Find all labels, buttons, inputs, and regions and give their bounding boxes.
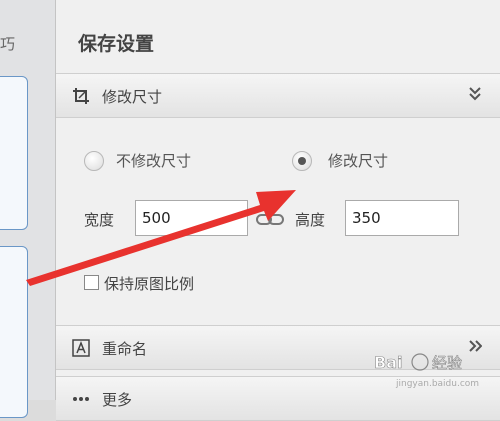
keep-ratio-label[interactable]: 保持原图比例 [104,273,194,294]
thumbnail-card[interactable] [0,76,28,230]
resize-section-label: 修改尺寸 [102,88,163,106]
double-chevron-right-icon[interactable] [468,337,482,355]
text-box-icon [72,339,90,357]
resize-label[interactable]: 修改尺寸 [328,150,388,171]
save-settings-panel: 保存设置 修改尺寸 不修改尺寸 修改尺寸 宽度 500 高度 350 保持原图比… [56,0,500,421]
more-icon [73,397,89,401]
left-panel: 巧 [0,0,55,418]
double-chevron-down-icon[interactable] [468,85,482,103]
resize-section-content: 不修改尺寸 修改尺寸 宽度 500 高度 350 保持原图比例 [56,118,500,325]
width-label: 宽度 [84,211,115,229]
height-input[interactable]: 350 [345,200,459,236]
rename-section-label: 重命名 [102,340,148,358]
rename-section-header[interactable]: 重命名 [56,325,500,370]
left-panel-partial-text: 巧 [0,35,16,53]
chain-link-icon[interactable] [255,211,285,227]
thumbnail-card[interactable] [0,246,28,418]
resize-radio[interactable] [292,151,312,171]
crop-icon [73,88,89,104]
no-resize-label[interactable]: 不修改尺寸 [116,150,191,171]
no-resize-radio[interactable] [84,151,104,171]
height-label: 高度 [295,211,326,229]
more-section-header[interactable]: 更多 [56,376,500,421]
keep-ratio-checkbox[interactable] [84,275,99,290]
width-input[interactable]: 500 [135,200,248,236]
resize-section-header[interactable]: 修改尺寸 [56,73,500,118]
panel-title: 保存设置 [78,33,155,55]
